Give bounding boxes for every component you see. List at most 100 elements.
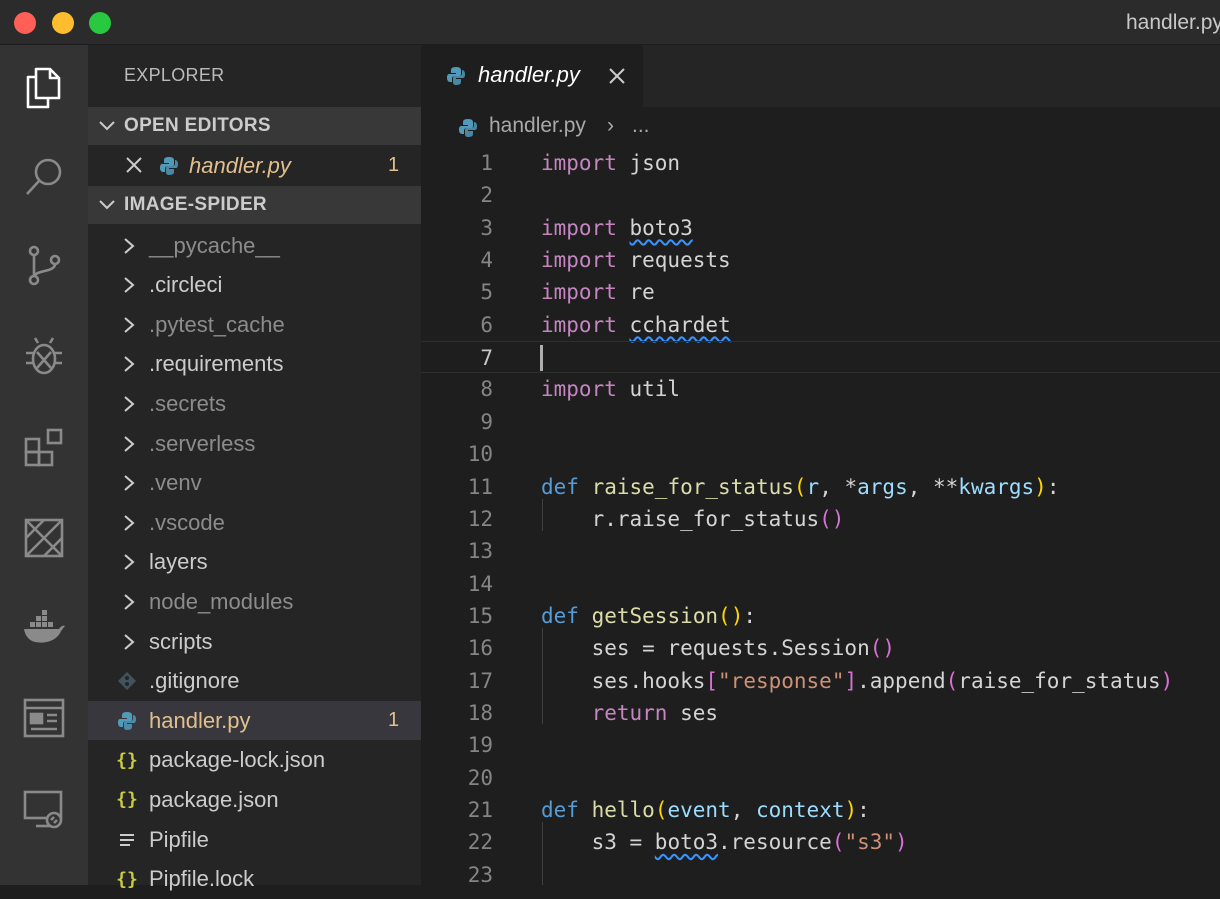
chevron-right-icon bbox=[120, 235, 138, 257]
code-line[interactable]: 18 return ses bbox=[421, 697, 1220, 729]
tree-item[interactable]: __pycache__ bbox=[88, 226, 421, 265]
tree-item-label: .requirements bbox=[149, 351, 284, 377]
title-bar: handler.py bbox=[0, 0, 1220, 45]
chevron-right-icon bbox=[120, 274, 138, 296]
json-icon: {} bbox=[116, 789, 138, 811]
code-line[interactable]: 10 bbox=[421, 438, 1220, 470]
panel-icon[interactable] bbox=[18, 692, 70, 744]
tree-item[interactable]: .secrets bbox=[88, 384, 421, 423]
line-number: 7 bbox=[480, 346, 493, 371]
code-line[interactable]: 9 bbox=[421, 406, 1220, 438]
tree-item[interactable]: .circleci bbox=[88, 266, 421, 305]
chevron-right-icon bbox=[120, 433, 138, 455]
code-line[interactable]: 16 ses = requests.Session() bbox=[421, 632, 1220, 664]
code-line[interactable]: 12 r.raise_for_status() bbox=[421, 503, 1220, 535]
code-text: ses.hooks["response"].append(raise_for_s… bbox=[541, 668, 1174, 693]
code-line[interactable]: 23 bbox=[421, 859, 1220, 885]
code-line[interactable]: 19 bbox=[421, 729, 1220, 761]
tree-item-label: .serverless bbox=[149, 430, 256, 456]
tree-item[interactable]: handler.py 1 bbox=[88, 701, 421, 741]
code-text: import boto3 bbox=[541, 215, 693, 240]
tree-item[interactable]: layers bbox=[88, 543, 421, 582]
activity-bar bbox=[0, 45, 88, 885]
line-number: 15 bbox=[467, 603, 493, 628]
code-line[interactable]: 15 def getSession(): bbox=[421, 600, 1220, 632]
remote-explorer-icon[interactable] bbox=[18, 783, 70, 835]
chevron-down-icon bbox=[96, 194, 118, 216]
tree-item[interactable]: .pytest_cache bbox=[88, 305, 421, 344]
tree-item-label: node_modules bbox=[149, 588, 294, 614]
code-line[interactable]: 7 bbox=[421, 341, 1220, 374]
debug-icon[interactable] bbox=[18, 330, 70, 382]
code-line[interactable]: 21 def hello(event, context): bbox=[421, 794, 1220, 826]
line-number: 3 bbox=[480, 215, 493, 240]
tree-item-label: .gitignore bbox=[149, 668, 240, 694]
code-line[interactable]: 5 import re bbox=[421, 276, 1220, 308]
code-line[interactable]: 11 def raise_for_status(r, *args, **kwarg… bbox=[421, 471, 1220, 503]
tab-handler-py[interactable]: handler.py bbox=[421, 45, 643, 107]
tree-item[interactable]: Pipfile bbox=[88, 820, 421, 859]
tree-item[interactable]: .gitignore bbox=[88, 662, 421, 701]
tree-item-label: .venv bbox=[149, 470, 202, 496]
python-icon bbox=[459, 119, 477, 137]
breadcrumb-file[interactable]: handler.py bbox=[489, 114, 586, 138]
chevron-right-icon bbox=[120, 393, 138, 415]
chevron-right-icon bbox=[120, 512, 138, 534]
code-line[interactable]: 1 import json bbox=[421, 147, 1220, 179]
close-window-button[interactable] bbox=[14, 12, 36, 34]
code-line[interactable]: 20 bbox=[421, 762, 1220, 794]
minimize-window-button[interactable] bbox=[52, 12, 74, 34]
code-line[interactable]: 3 import boto3 bbox=[421, 212, 1220, 244]
code-line[interactable]: 17 ses.hooks["response"].append(raise_fo… bbox=[421, 665, 1220, 697]
code-line[interactable]: 4 import requests bbox=[421, 244, 1220, 276]
search-icon[interactable] bbox=[18, 151, 70, 203]
tree-item[interactable]: .serverless bbox=[88, 424, 421, 463]
code-line[interactable]: 2 bbox=[421, 179, 1220, 211]
tree-item[interactable]: {} package.json bbox=[88, 780, 421, 819]
line-number: 19 bbox=[467, 733, 493, 758]
code-editor[interactable]: 1 import json 2 3 import boto3 4 import reques… bbox=[421, 147, 1220, 885]
close-icon[interactable] bbox=[607, 66, 627, 86]
code-text: r.raise_for_status() bbox=[541, 506, 845, 531]
folder-header[interactable]: IMAGE-SPIDER bbox=[88, 186, 421, 224]
tree-item[interactable]: .vscode bbox=[88, 503, 421, 542]
chevron-down-icon bbox=[96, 115, 118, 137]
source-control-icon[interactable] bbox=[18, 239, 70, 291]
maximize-window-button[interactable] bbox=[89, 12, 111, 34]
code-text: s3 = boto3.resource("s3") bbox=[541, 830, 908, 855]
line-number: 13 bbox=[467, 539, 493, 564]
line-number: 12 bbox=[467, 506, 493, 531]
breadcrumb-symbols[interactable]: ... bbox=[632, 114, 650, 138]
tree-item[interactable]: {} package-lock.json bbox=[88, 741, 421, 780]
code-line[interactable]: 22 s3 = boto3.resource("s3") bbox=[421, 826, 1220, 858]
line-number: 4 bbox=[480, 248, 493, 273]
tree-item-label: handler.py bbox=[149, 707, 251, 733]
code-line[interactable]: 8 import util bbox=[421, 373, 1220, 405]
docker-icon[interactable] bbox=[18, 601, 70, 653]
chevron-right-icon bbox=[120, 353, 138, 375]
code-line[interactable]: 6 import cchardet bbox=[421, 309, 1220, 341]
problem-count-badge: 1 bbox=[388, 709, 400, 732]
tree-item[interactable]: node_modules bbox=[88, 582, 421, 621]
files-icon[interactable] bbox=[18, 62, 70, 114]
folder-label: IMAGE-SPIDER bbox=[124, 194, 267, 215]
line-number: 1 bbox=[480, 151, 493, 175]
line-number: 23 bbox=[467, 862, 493, 885]
close-icon[interactable] bbox=[124, 155, 144, 175]
tree-item[interactable]: .venv bbox=[88, 464, 421, 503]
aws-icon[interactable] bbox=[18, 512, 70, 564]
code-line[interactable]: 14 bbox=[421, 568, 1220, 600]
tree-item-label: scripts bbox=[149, 628, 213, 654]
open-editors-header[interactable]: OPEN EDITORS bbox=[88, 107, 421, 145]
text-cursor bbox=[540, 345, 543, 372]
line-number: 21 bbox=[467, 798, 493, 822]
tab-label: handler.py bbox=[478, 62, 580, 87]
tree-item[interactable]: scripts bbox=[88, 622, 421, 661]
open-editor-filename: handler.py bbox=[189, 153, 291, 178]
code-line[interactable]: 13 bbox=[421, 535, 1220, 567]
tree-item[interactable]: .requirements bbox=[88, 345, 421, 384]
extensions-icon[interactable] bbox=[18, 422, 70, 474]
tree-item-label: package.json bbox=[149, 786, 279, 812]
tree-item[interactable]: {} Pipfile.lock bbox=[88, 860, 421, 899]
open-editor-item[interactable]: handler.py 1 bbox=[88, 147, 421, 185]
